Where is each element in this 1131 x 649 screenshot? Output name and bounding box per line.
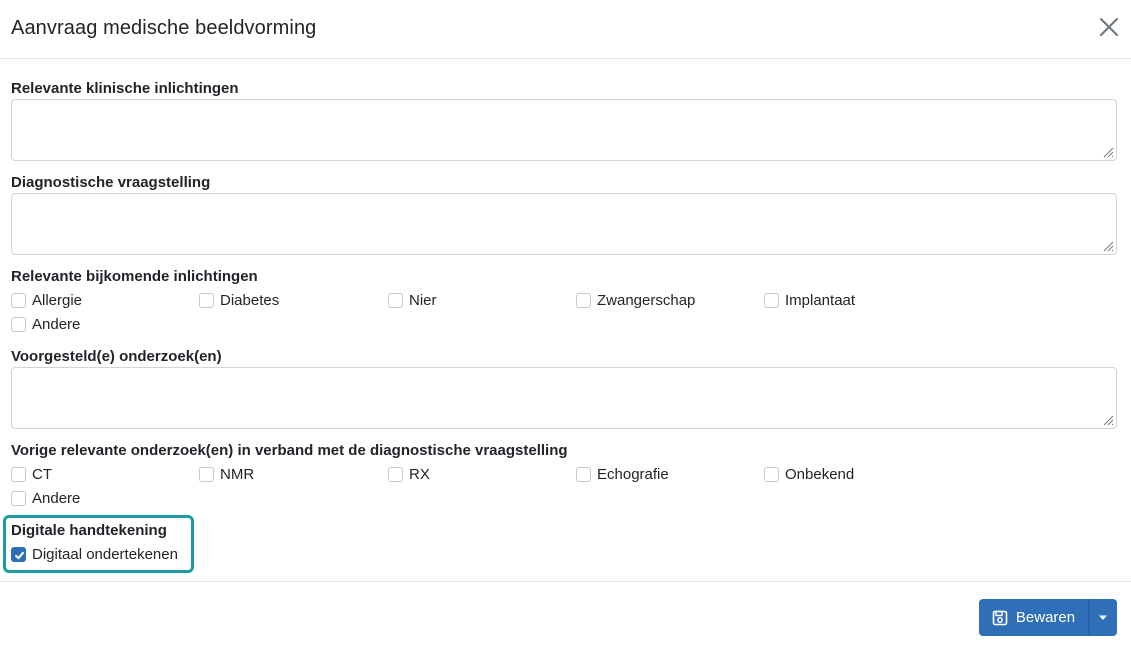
checkbox-digitaal-ondertekenen[interactable]: Digitaal ondertekenen [11,544,178,564]
checkbox-rx[interactable]: RX [388,464,430,484]
save-dropdown-toggle[interactable] [1089,599,1117,636]
checkbox-label: Implantaat [785,291,856,309]
resize-grip-icon[interactable] [1102,414,1114,426]
checkbox-label: Echografie [597,465,669,483]
voorgesteld-label: Voorgesteld(e) onderzoek(en) [11,348,222,365]
checkbox-box[interactable] [388,292,403,308]
handtekening-label: Digitale handtekening [11,522,167,539]
close-icon [1100,18,1118,36]
checkbox-box[interactable] [11,292,26,308]
save-button-group: Bewaren [979,599,1117,636]
checkbox-label: Digitaal ondertekenen [32,545,178,563]
checkbox-implantaat[interactable]: Implantaat [764,290,855,310]
bijkomende-label: Relevante bijkomende inlichtingen [11,268,258,285]
checkbox-allergie[interactable]: Allergie [11,290,82,310]
checkbox-box[interactable] [11,490,26,506]
vorige-label: Vorige relevante onderzoek(en) in verban… [11,442,568,459]
checkbox-andere-vorige[interactable]: Andere [11,488,80,508]
checkbox-label: RX [409,465,430,483]
checkbox-echografie[interactable]: Echografie [576,464,669,484]
checkbox-label: Andere [32,315,81,333]
checkbox-label: Diabetes [220,291,280,309]
modal-title: Aanvraag medische beeldvorming [11,17,317,39]
checkbox-label: Andere [32,489,81,507]
modal-header: Aanvraag medische beeldvorming [0,0,1131,59]
vraagstelling-textarea[interactable] [11,193,1117,255]
checkbox-box[interactable] [764,466,779,482]
checkmark-icon [15,551,24,559]
checkbox-ct[interactable]: CT [11,464,52,484]
close-button[interactable] [1096,14,1122,40]
checkbox-label: Onbekend [785,465,855,483]
checkbox-label: NMR [220,465,255,483]
klinische-label: Relevante klinische inlichtingen [11,80,239,97]
checkbox-onbekend[interactable]: Onbekend [764,464,854,484]
voorgesteld-textarea[interactable] [11,367,1117,429]
vraagstelling-label: Diagnostische vraagstelling [11,174,211,191]
save-button-label: Bewaren [1015,609,1076,626]
checkbox-box[interactable] [576,292,591,308]
checkbox-box[interactable] [388,466,403,482]
checkbox-box[interactable] [576,466,591,482]
checkbox-label: CT [32,465,52,483]
checkbox-box-checked[interactable] [11,546,26,562]
resize-grip-icon[interactable] [1102,146,1114,158]
checkbox-box[interactable] [11,466,26,482]
modal-footer [0,581,1131,649]
checkbox-label: Nier [409,291,437,309]
checkbox-box[interactable] [199,466,214,482]
klinische-textarea[interactable] [11,99,1117,161]
checkbox-box[interactable] [11,316,26,332]
checkbox-diabetes[interactable]: Diabetes [199,290,279,310]
save-icon [992,610,1008,625]
checkbox-nier[interactable]: Nier [388,290,437,310]
checkbox-label: Allergie [32,291,83,309]
save-button[interactable]: Bewaren [979,599,1089,636]
checkbox-nmr[interactable]: NMR [199,464,254,484]
checkbox-andere-bijkomende[interactable]: Andere [11,314,80,334]
checkbox-zwangerschap[interactable]: Zwangerschap [576,290,695,310]
resize-grip-icon[interactable] [1102,240,1114,252]
caret-down-icon [1099,615,1107,620]
checkbox-box[interactable] [199,292,214,308]
checkbox-label: Zwangerschap [597,291,696,309]
checkbox-box[interactable] [764,292,779,308]
